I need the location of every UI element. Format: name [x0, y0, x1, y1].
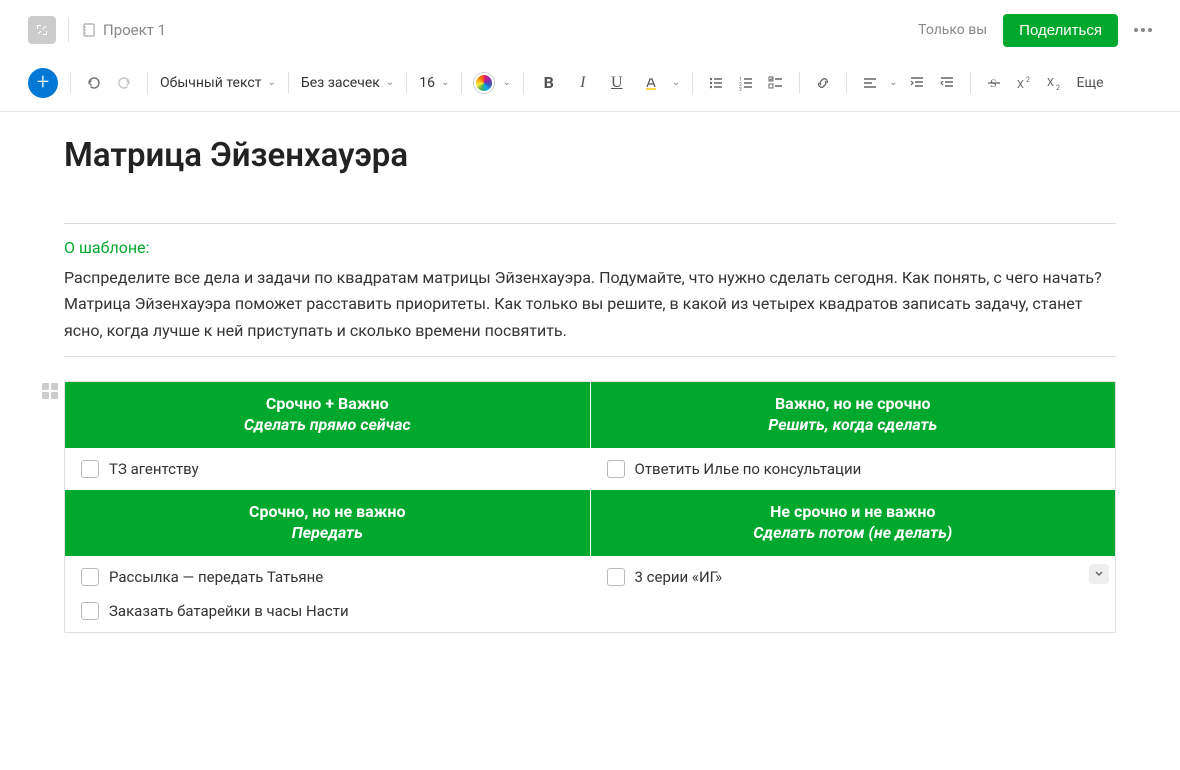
divider: [68, 18, 69, 42]
align-icon: [861, 74, 879, 92]
task-label: Ответить Илье по консультации: [635, 460, 862, 478]
strikethrough-button[interactable]: S: [983, 72, 1005, 94]
share-status: Только вы: [918, 22, 987, 38]
task-label: Заказать батарейки в часы Насти: [109, 602, 349, 620]
quadrant-header-urgent-important: Срочно + Важно Сделать прямо сейчас: [65, 382, 591, 448]
checkbox[interactable]: [81, 602, 99, 620]
strikethrough-icon: S: [985, 74, 1003, 92]
top-bar: Проект 1 Только вы Поделиться: [0, 0, 1180, 60]
text-color-caret[interactable]: ⌄: [502, 77, 510, 88]
underline-button[interactable]: U: [604, 70, 630, 96]
divider: [64, 356, 1116, 357]
bold-button[interactable]: B: [536, 70, 562, 96]
document-content: Матрица Эйзенхауэра О шаблоне: Распредел…: [0, 112, 1180, 673]
task-label: Рассылка — передать Татьяне: [109, 568, 323, 586]
about-label[interactable]: О шаблоне:: [64, 238, 1116, 257]
breadcrumb-label: Проект 1: [103, 21, 166, 39]
redo-icon: [115, 74, 133, 92]
redo-button[interactable]: [113, 72, 135, 94]
page-title[interactable]: Матрица Эйзенхауэра: [64, 136, 1116, 175]
about-body[interactable]: Распределите все дела и задачи по квадра…: [64, 265, 1116, 344]
task-label: ТЗ агентству: [109, 460, 199, 478]
share-button[interactable]: Поделиться: [1003, 14, 1118, 47]
paragraph-style-select[interactable]: Обычный текст⌄: [160, 75, 276, 91]
subscript-icon: X2: [1045, 74, 1063, 92]
align-button[interactable]: [859, 72, 881, 94]
task-label: 3 серии «ИГ»: [635, 568, 723, 586]
undo-icon: [85, 74, 103, 92]
quadrant-header-not-urgent-not-important: Не срочно и не важно Сделать потом (не д…: [591, 490, 1116, 556]
bullet-list-button[interactable]: [705, 72, 727, 94]
editor-toolbar: + Обычный текст⌄ Без засечек⌄ 16⌄ ⌄ B I …: [0, 60, 1180, 112]
indent-icon: [908, 74, 926, 92]
superscript-button[interactable]: X2: [1013, 72, 1035, 94]
subscript-button[interactable]: X2: [1043, 72, 1065, 94]
checkbox[interactable]: [607, 460, 625, 478]
collapse-sidebar-button[interactable]: [28, 16, 56, 44]
notebook-icon: [81, 22, 97, 38]
task-item[interactable]: 3 серии «ИГ»: [601, 560, 1106, 594]
cell-menu-button[interactable]: [1089, 564, 1109, 584]
align-caret[interactable]: ⌄: [889, 77, 897, 88]
font-size-select[interactable]: 16⌄: [419, 75, 449, 91]
task-item[interactable]: Рассылка — передать Татьяне: [75, 560, 580, 594]
checkbox[interactable]: [607, 568, 625, 586]
svg-text:3: 3: [739, 87, 742, 92]
chevron-down-icon: [1094, 569, 1104, 579]
quadrant-body-urgent-not-important[interactable]: Рассылка — передать Татьяне Заказать бат…: [65, 556, 591, 632]
highlight-icon: [643, 75, 659, 91]
checkbox[interactable]: [81, 460, 99, 478]
highlight-button[interactable]: [638, 70, 664, 96]
svg-text:2: 2: [1056, 84, 1060, 92]
drag-handle[interactable]: [42, 383, 58, 399]
outdent-button[interactable]: [936, 72, 958, 94]
svg-text:X: X: [1017, 78, 1024, 91]
outdent-icon: [938, 74, 956, 92]
toolbar-more-button[interactable]: Еще: [1077, 75, 1104, 91]
svg-text:2: 2: [1026, 76, 1030, 84]
italic-button[interactable]: I: [570, 70, 596, 96]
font-family-select[interactable]: Без засечек⌄: [301, 75, 394, 91]
quadrant-body-not-urgent-not-important[interactable]: 3 серии «ИГ»: [591, 556, 1116, 632]
add-button[interactable]: +: [28, 68, 58, 98]
link-icon: [814, 74, 832, 92]
task-item[interactable]: ТЗ агентству: [75, 452, 580, 486]
divider: [64, 223, 1116, 224]
task-item[interactable]: Заказать батарейки в часы Насти: [75, 594, 580, 628]
indent-button[interactable]: [906, 72, 928, 94]
more-menu-button[interactable]: [1134, 28, 1152, 32]
eisenhower-matrix: Срочно + Важно Сделать прямо сейчас Важн…: [64, 381, 1116, 633]
bullet-list-icon: [707, 74, 725, 92]
checklist-icon: [767, 74, 785, 92]
svg-text:X: X: [1047, 76, 1054, 89]
numbered-list-icon: 123: [737, 74, 755, 92]
quadrant-header-important-not-urgent: Важно, но не срочно Решить, когда сделат…: [591, 382, 1116, 448]
superscript-icon: X2: [1015, 74, 1033, 92]
link-button[interactable]: [812, 72, 834, 94]
quadrant-body-important-not-urgent[interactable]: Ответить Илье по консультации: [591, 448, 1116, 490]
breadcrumb[interactable]: Проект 1: [81, 21, 166, 39]
undo-button[interactable]: [83, 72, 105, 94]
quadrant-header-urgent-not-important: Срочно, но не важно Передать: [65, 490, 591, 556]
quadrant-body-urgent-important[interactable]: ТЗ агентству: [65, 448, 591, 490]
text-color-button[interactable]: [474, 73, 494, 93]
numbered-list-button[interactable]: 123: [735, 72, 757, 94]
checklist-button[interactable]: [765, 72, 787, 94]
collapse-icon: [35, 23, 49, 37]
task-item[interactable]: Ответить Илье по консультации: [601, 452, 1106, 486]
highlight-caret[interactable]: ⌄: [672, 77, 680, 88]
checkbox[interactable]: [81, 568, 99, 586]
